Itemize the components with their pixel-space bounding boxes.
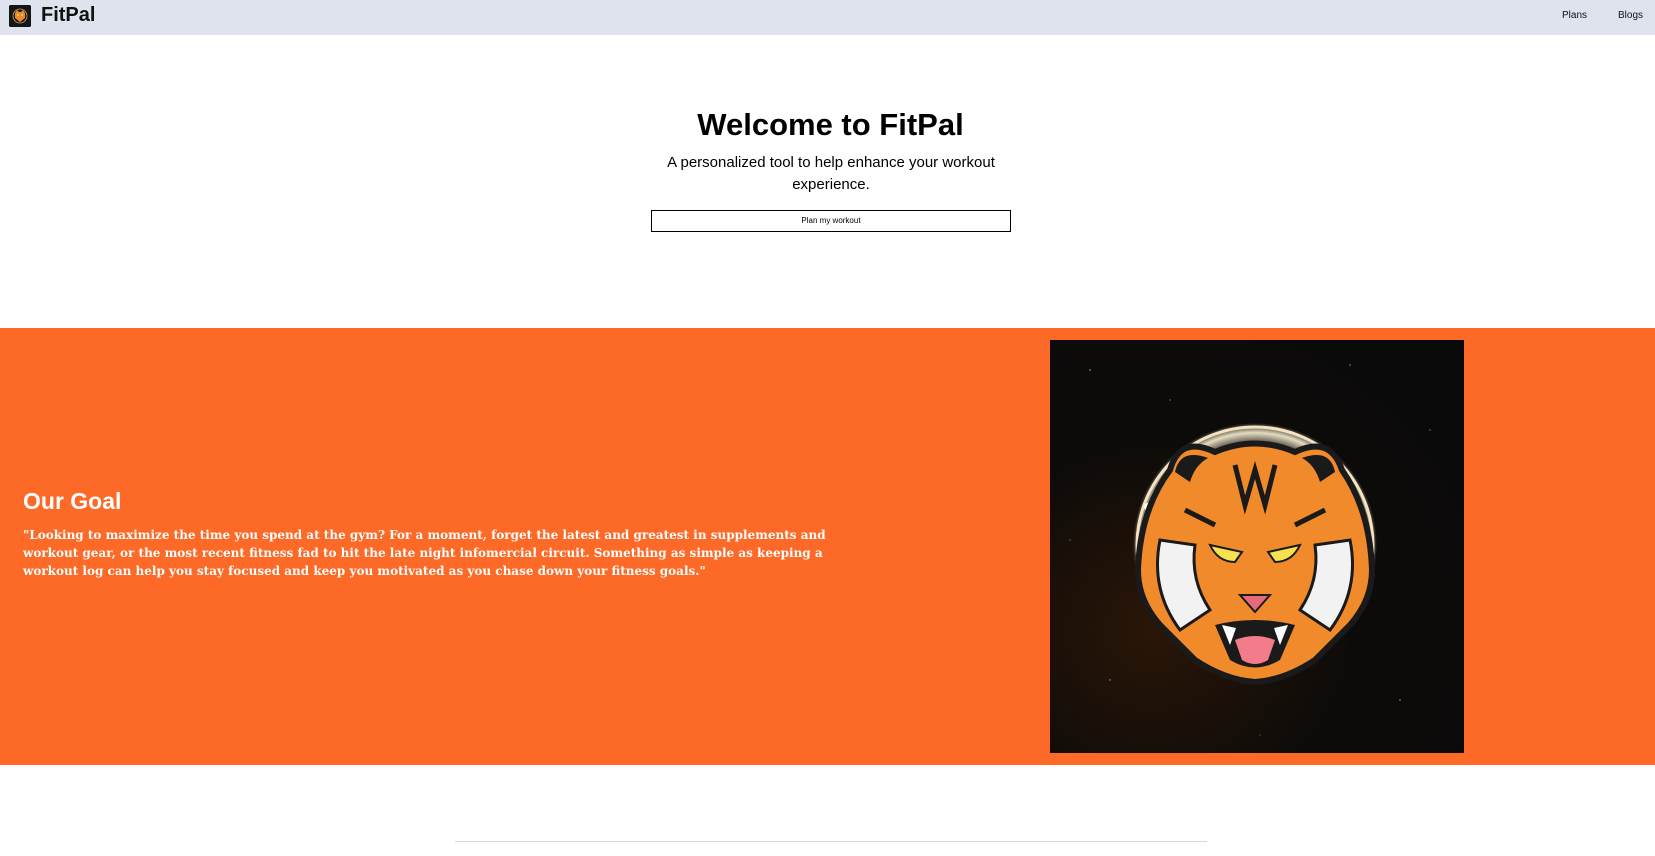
goal-title: Our Goal bbox=[23, 488, 122, 514]
tiger-logo-icon[interactable] bbox=[9, 5, 31, 27]
brand-link[interactable]: FitPal bbox=[41, 3, 95, 27]
navbar: FitPal Plans Blogs bbox=[0, 0, 1655, 35]
hero-subtitle: A personalized tool to help enhance your… bbox=[667, 154, 995, 193]
plan-workout-button[interactable]: Plan my workout bbox=[651, 210, 1011, 232]
goal-quote: "Looking to maximize the time you spend … bbox=[23, 528, 826, 578]
hero-title: Welcome to FitPal bbox=[697, 107, 964, 142]
nav-link-blogs[interactable]: Blogs bbox=[1618, 10, 1643, 22]
nav-link-plans[interactable]: Plans bbox=[1562, 10, 1587, 22]
section-divider bbox=[455, 841, 1207, 842]
goal-section: Our Goal "Looking to maximize the time y… bbox=[0, 328, 1655, 765]
tiger-mascot-icon bbox=[1050, 340, 1464, 753]
